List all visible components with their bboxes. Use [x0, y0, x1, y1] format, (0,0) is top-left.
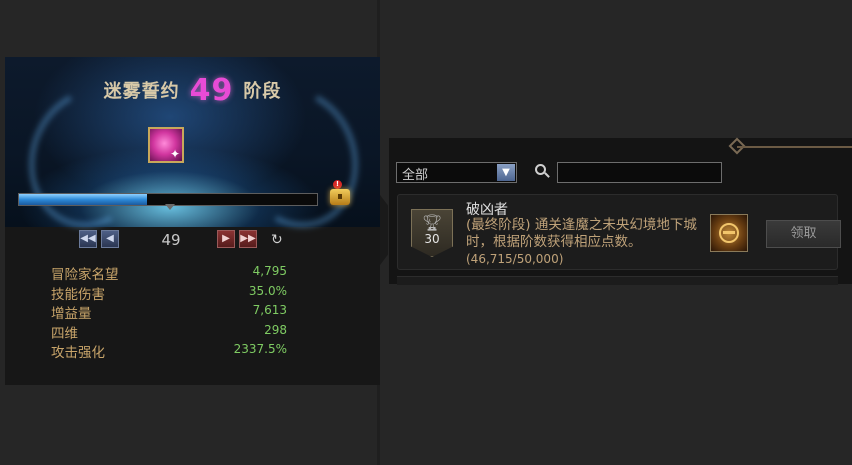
achievement-panel: 全部 ▼ 🏆︎ 30 破凶者 (最终阶段) 通关逢魔之未央幻境地下城时，根据阶数…: [389, 137, 852, 285]
stat-value: 298: [264, 322, 287, 337]
current-level-value: 49: [161, 231, 181, 249]
stat-row-buff: 增益量 7,613: [51, 302, 287, 322]
first-level-button[interactable]: ◀◀: [79, 230, 97, 248]
pink-crystal-icon[interactable]: ✦: [148, 127, 184, 163]
panel-collapse-tab[interactable]: [380, 195, 388, 265]
pact-progress-fill: [19, 194, 148, 205]
emblem-icon[interactable]: [710, 214, 748, 252]
pact-title: 迷雾誓约 49 阶段: [5, 73, 380, 108]
stat-value: 2337.5%: [233, 342, 287, 356]
stat-value: 35.0%: [248, 283, 287, 298]
stat-label: 冒险家名望: [51, 267, 119, 283]
achievement-title: 破凶者: [466, 202, 508, 218]
search-icon: [535, 164, 546, 175]
next-achievement-item: [397, 276, 838, 285]
ornament-line: [737, 146, 852, 148]
category-selected: 全部: [402, 168, 429, 183]
chevron-down-icon[interactable]: ▼: [497, 164, 515, 181]
stats-list: 冒险家名望 4,795 技能伤害 35.0% 增益量 7,613 四维 298 …: [51, 263, 287, 361]
achievement-item: 🏆︎ 30 破凶者 (最终阶段) 通关逢魔之未央幻境地下城时，根据阶数获得相应点…: [397, 194, 841, 270]
stat-label: 攻击强化: [51, 345, 105, 361]
sparkle-icon: ✦: [169, 147, 180, 161]
achievement-description: (最终阶段) 通关逢魔之未央幻境地下城时，根据阶数获得相应点数。: [466, 217, 697, 250]
pact-name: 迷雾誓约: [103, 81, 180, 102]
last-level-button[interactable]: ▶▶: [239, 230, 257, 248]
prev-level-button[interactable]: ◀: [101, 230, 119, 248]
search-input[interactable]: [557, 162, 722, 183]
claim-button[interactable]: 领取: [766, 220, 841, 248]
achievement-points: 30: [424, 232, 440, 246]
stat-value: 7,613: [252, 303, 287, 317]
next-level-button[interactable]: ▶: [217, 230, 235, 248]
stat-row-skill-damage: 技能伤害 35.0%: [51, 283, 287, 303]
stat-label: 四维: [51, 325, 78, 342]
stat-label: 增益量: [51, 306, 92, 322]
pact-stage-suffix: 阶段: [243, 81, 282, 102]
level-navigator: ◀◀ ◀ 49 ▶ ▶▶ ↻: [75, 228, 295, 252]
stat-row-attributes: 四维 298: [51, 322, 287, 342]
stat-value: 4,795: [252, 264, 287, 278]
stat-row-attack-boost: 攻击强化 2337.5%: [51, 341, 287, 361]
achievement-progress: (46,715/50,000): [466, 252, 564, 266]
alert-badge-icon: !: [333, 180, 342, 189]
mist-pact-panel: 迷雾誓约 49 阶段 ✦ ! ◀◀ ◀ 49 ▶ ▶▶ ↻ 冒险家名望 4,795 …: [5, 57, 380, 385]
trophy-icon: 🏆︎: [421, 213, 443, 232]
treasure-chest-icon[interactable]: [330, 189, 350, 205]
stat-label: 技能伤害: [51, 286, 105, 303]
progress-marker: [165, 204, 175, 210]
category-dropdown[interactable]: 全部 ▼: [396, 162, 517, 183]
reset-icon[interactable]: ↻: [271, 230, 283, 250]
pact-stage-number: 49: [189, 73, 234, 108]
trophy-badge: 🏆︎ 30: [411, 209, 453, 257]
stat-row-fame: 冒险家名望 4,795: [51, 263, 287, 283]
